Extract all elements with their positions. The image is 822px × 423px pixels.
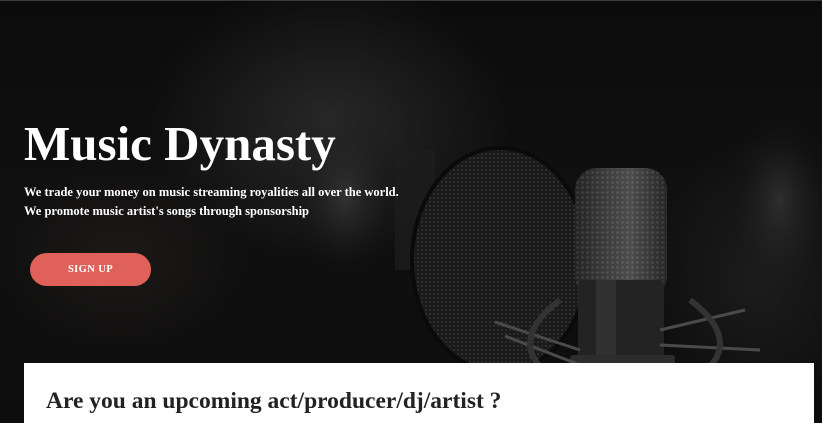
hero-tagline-line1: We trade your money on music streaming r… (24, 185, 399, 199)
sign-up-button[interactable]: SIGN UP (30, 253, 151, 286)
hero-title: Music Dynasty (24, 116, 336, 171)
hero-banner: Music Dynasty We trade your money on mus… (0, 0, 822, 423)
hero-tagline-line2: We promote music artist's songs through … (24, 204, 309, 218)
intro-card: Are you an upcoming act/producer/dj/arti… (24, 363, 814, 423)
section-heading: Are you an upcoming act/producer/dj/arti… (46, 388, 502, 414)
